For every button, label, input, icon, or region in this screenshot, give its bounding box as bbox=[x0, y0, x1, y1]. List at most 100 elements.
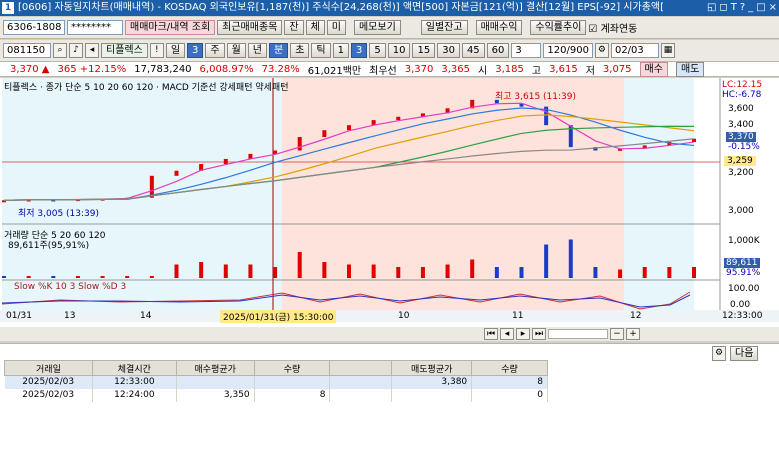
period-second[interactable]: 초 bbox=[290, 43, 310, 58]
table-row[interactable]: 2025/02/03 12:24:00 3,350 8 0 bbox=[4, 388, 548, 402]
period-year[interactable]: 년 bbox=[247, 43, 267, 58]
settings-icon[interactable]: ⚙ bbox=[594, 43, 609, 58]
interval-3[interactable]: 3 bbox=[350, 43, 368, 58]
font-icon[interactable]: T bbox=[731, 0, 737, 16]
period-month[interactable]: 월 bbox=[226, 43, 246, 58]
buy-button[interactable]: 매수 bbox=[639, 61, 668, 77]
unexecuted-button[interactable]: 미 bbox=[326, 20, 346, 35]
close-icon[interactable]: × bbox=[769, 0, 777, 16]
interval-5[interactable]: 5 bbox=[369, 43, 386, 58]
volume-bar bbox=[420, 267, 425, 278]
volume-bar bbox=[174, 264, 179, 278]
balance-button[interactable]: 잔 bbox=[284, 20, 304, 35]
candle bbox=[396, 116, 401, 121]
x-label-0131: 01/31 bbox=[6, 311, 32, 321]
period-week[interactable]: 주 bbox=[205, 43, 225, 58]
cell-buy-qty bbox=[254, 375, 331, 389]
line-price-tag: 3,259 bbox=[724, 156, 756, 166]
x-label-14: 14 bbox=[140, 311, 152, 321]
slow-axis-0: 0.00 bbox=[730, 300, 751, 310]
window-title: [0606] 자동일지차트(매매내역) - KOSDAQ 외국인보유[1,187… bbox=[18, 2, 665, 13]
search-icon[interactable]: ⌕ bbox=[53, 43, 67, 58]
prev-icon[interactable]: ◂ bbox=[85, 43, 99, 58]
trade-profit-button[interactable]: 매매수익 bbox=[475, 20, 523, 35]
trade-mark-button[interactable]: 매매마크/내역 조회 bbox=[125, 20, 216, 35]
period-day-count[interactable]: 3 bbox=[187, 43, 204, 58]
zoom-in-icon[interactable]: + bbox=[626, 328, 640, 340]
cell-buy-avg: 3,350 bbox=[176, 388, 255, 402]
stock-code-input[interactable]: 081150 bbox=[3, 43, 51, 58]
next-page-icon[interactable]: ▸ bbox=[516, 328, 530, 340]
restore-icon[interactable]: ◱ bbox=[707, 0, 716, 16]
executed-button[interactable]: 체 bbox=[305, 20, 325, 35]
cell-sell-avg: 3,380 bbox=[391, 375, 473, 389]
interval-10[interactable]: 10 bbox=[387, 43, 411, 58]
first-icon[interactable]: ⏮ bbox=[484, 328, 498, 340]
volume-bar bbox=[100, 276, 105, 278]
volume-bar bbox=[445, 264, 450, 278]
high-annotation: 최고 3,615 (11:39) bbox=[495, 92, 577, 102]
price-tag: 3,370 bbox=[726, 132, 756, 142]
price-chart-svg[interactable] bbox=[0, 78, 779, 340]
date-field[interactable]: 02/03 bbox=[610, 43, 659, 58]
next-button[interactable]: 다음 bbox=[730, 346, 759, 361]
table-header: 거래일 체결시간 매수평균가 수량 매도평균가 수량 bbox=[4, 360, 548, 376]
last-icon[interactable]: ⏭ bbox=[532, 328, 546, 340]
calendar-icon[interactable]: ▦ bbox=[660, 43, 675, 58]
volume-bar bbox=[75, 276, 80, 278]
cell-buy-avg bbox=[176, 375, 255, 389]
table-row[interactable]: 2025/02/03 12:33:00 3,380 8 bbox=[4, 375, 548, 389]
minimize-icon[interactable]: _ bbox=[748, 0, 753, 16]
header-sell-qty: 수량 bbox=[471, 360, 548, 376]
scrollbar[interactable] bbox=[548, 329, 608, 339]
cell-sell-qty: 0 bbox=[471, 388, 548, 402]
help-icon[interactable]: ? bbox=[740, 0, 745, 16]
volume-bar bbox=[692, 267, 696, 278]
interval-45[interactable]: 45 bbox=[461, 43, 485, 58]
return-trend-button[interactable]: 수익률추이 bbox=[530, 20, 587, 35]
stock-name-field[interactable]: 티플렉스 bbox=[101, 43, 148, 58]
lc-value: LC:12.15 bbox=[722, 80, 763, 90]
daily-balance-button[interactable]: 일별잔고 bbox=[420, 20, 468, 35]
volume-bar bbox=[347, 264, 351, 278]
interval-60[interactable]: 60 bbox=[486, 43, 510, 58]
count-select[interactable]: 3 bbox=[511, 43, 542, 58]
maximize-icon[interactable]: □ bbox=[756, 0, 765, 16]
low-annotation: 최저 3,005 (13:39) bbox=[18, 209, 100, 219]
volume-tag: 89,611 bbox=[724, 258, 760, 268]
account-select[interactable]: 6306-1808 bbox=[3, 20, 65, 35]
period-tick[interactable]: 틱 bbox=[311, 43, 331, 58]
alert-icon[interactable]: ! bbox=[149, 43, 164, 58]
gear-icon[interactable]: ⚙ bbox=[712, 346, 726, 361]
high-price: 3,615 bbox=[549, 63, 578, 75]
window-icon[interactable]: ◻ bbox=[719, 0, 727, 16]
title-bar: 1 [0606] 자동일지차트(매매내역) - KOSDAQ 외국인보유[1,1… bbox=[0, 0, 779, 16]
cell-time: 12:33:00 bbox=[92, 375, 177, 389]
interval-15[interactable]: 15 bbox=[412, 43, 436, 58]
header-buy-qty: 수량 bbox=[253, 360, 331, 376]
trade-amount: 61,021백만 bbox=[307, 65, 362, 77]
recent-trades-button[interactable]: 최근매매종목 bbox=[217, 20, 283, 35]
turnover-pct: 73.28% bbox=[261, 63, 300, 75]
interval-30[interactable]: 30 bbox=[437, 43, 460, 58]
volume-bar bbox=[568, 239, 573, 278]
low-label: 저 bbox=[585, 65, 595, 77]
prev-page-icon[interactable]: ◂ bbox=[500, 328, 514, 340]
period-minute[interactable]: 분 bbox=[269, 43, 289, 58]
sell-button[interactable]: 매도 bbox=[675, 61, 705, 77]
account-link-checkbox[interactable]: ☑ 계좌연동 bbox=[588, 20, 637, 35]
volume-bar bbox=[642, 267, 647, 278]
cursor-time-label: 2025/01/31(금) 15:30:00 bbox=[220, 310, 337, 323]
range-field[interactable]: 120/900 bbox=[543, 43, 593, 58]
interval-1[interactable]: 1 bbox=[332, 43, 349, 58]
volume-bar bbox=[544, 244, 549, 278]
period-day[interactable]: 일 bbox=[165, 43, 186, 58]
memo-button[interactable]: 메모보기 bbox=[353, 20, 401, 35]
sound-icon[interactable]: ♪ bbox=[69, 43, 83, 58]
cell-sell-avg bbox=[391, 388, 473, 402]
chart-area[interactable]: 티플렉스 · 종가 단순 5 10 20 60 120 · MACD 기준선 강… bbox=[0, 78, 779, 340]
chart-legend: 티플렉스 · 종가 단순 5 10 20 60 120 · MACD 기준선 강… bbox=[4, 83, 289, 93]
zoom-out-icon[interactable]: − bbox=[610, 328, 624, 340]
password-field[interactable]: ******** bbox=[67, 20, 123, 35]
volume-axis-label: 1,000K bbox=[728, 236, 760, 246]
